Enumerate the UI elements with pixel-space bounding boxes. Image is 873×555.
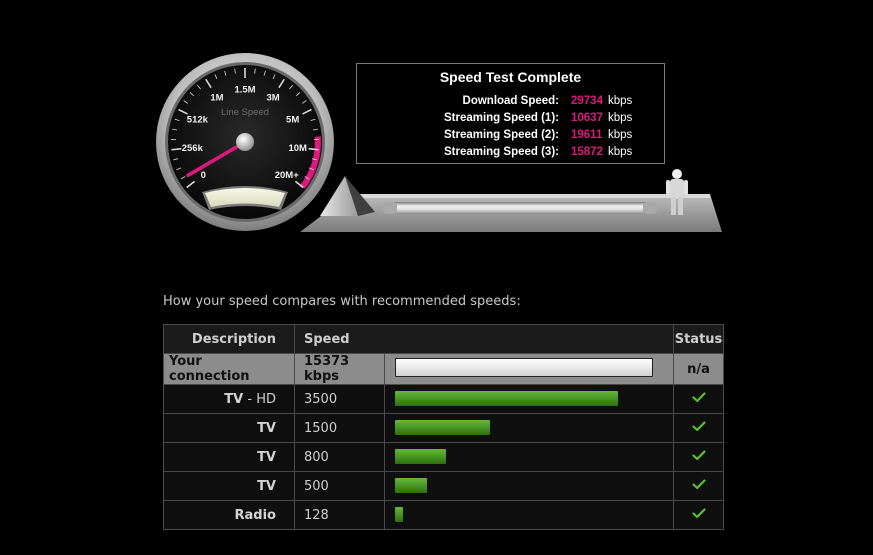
row-description-main: Radio: [234, 507, 276, 523]
row-description-main: TV: [257, 478, 276, 494]
gauge-tick-label: 1.5M: [234, 85, 255, 96]
result-row-streaming-1: Streaming Speed (1): 10637 kbps: [357, 112, 664, 129]
check-icon: [691, 478, 706, 494]
gauge-tick-label: 512k: [187, 114, 209, 125]
result-row-download: Download Speed: 29734 kbps: [357, 95, 664, 112]
row-speed: 1500: [294, 413, 385, 443]
result-unit: kbps: [608, 146, 633, 158]
check-icon: [691, 391, 706, 407]
column-header-speed: Speed: [294, 324, 674, 354]
table-row: TV 1500: [163, 413, 724, 443]
speed-comparison-table: Description Speed Status Your connection…: [163, 324, 724, 530]
gauge-tick-label: 20M+: [275, 170, 299, 181]
row-description: TV: [163, 442, 295, 472]
row-bar-cell: [384, 471, 674, 501]
speed-bar: [395, 420, 490, 435]
row-speed: 800: [294, 442, 385, 472]
row-speed: 15373 kbps: [294, 353, 385, 385]
result-value: 29734: [571, 95, 603, 107]
gauge-tick-label: 5M: [286, 114, 299, 125]
table-row: TV 500: [163, 471, 724, 501]
row-description: TV: [163, 471, 295, 501]
gauge-tick-label: 1M: [210, 93, 223, 104]
gauge-tick-label: 256k: [182, 143, 204, 154]
speed-test-results-panel: Speed Test Complete Download Speed: 2973…: [356, 63, 665, 164]
check-icon: [691, 420, 706, 436]
speed-bar: [395, 507, 403, 522]
connection-pipe: [385, 202, 655, 214]
row-status: [673, 384, 724, 414]
row-description: Your connection: [163, 353, 295, 385]
gauge-major-tick: [308, 147, 319, 151]
row-status: [673, 471, 724, 501]
row-description: TV: [163, 413, 295, 443]
row-description-main: TV: [224, 391, 244, 407]
speed-bar: [395, 391, 618, 406]
result-value: 15872: [571, 146, 603, 158]
result-label: Streaming Speed (1):: [443, 112, 559, 124]
row-status: n/a: [673, 353, 724, 385]
compare-heading: How your speed compares with recommended…: [163, 294, 521, 309]
gauge-tick-label: 3M: [266, 93, 279, 104]
result-row-streaming-2: Streaming Speed (2): 19611 kbps: [357, 129, 664, 146]
gauge-tick-label: 0: [201, 170, 206, 181]
result-value: 10637: [571, 112, 603, 124]
column-header-status: Status: [673, 324, 724, 354]
row-status: [673, 500, 724, 530]
result-label: Streaming Speed (3):: [443, 146, 559, 158]
result-label: Streaming Speed (2):: [443, 129, 559, 141]
speed-bar: [395, 478, 427, 493]
result-unit: kbps: [608, 95, 633, 107]
check-icon: [691, 449, 706, 465]
connection-illustration: [300, 169, 722, 232]
result-value: 19611: [571, 129, 603, 141]
row-bar-cell: [384, 442, 674, 472]
results-title: Speed Test Complete: [439, 69, 582, 85]
row-description-main: TV: [257, 449, 276, 465]
row-speed: 128: [294, 500, 385, 530]
row-bar-cell: [384, 413, 674, 443]
table-row: TV 800: [163, 442, 724, 472]
table-row-your-connection: Your connection 15373 kbps n/a: [163, 353, 724, 385]
row-bar-cell: [384, 384, 674, 414]
gauge-tick-label: 10M: [288, 143, 307, 154]
row-description-qualifier: HD: [256, 391, 276, 407]
result-row-streaming-3: Streaming Speed (3): 15872 kbps: [357, 146, 664, 163]
speed-bar: [395, 449, 446, 464]
your-speed-bar: [395, 358, 653, 377]
row-speed: 500: [294, 471, 385, 501]
row-bar-cell: [384, 500, 674, 530]
check-icon: [691, 507, 706, 523]
row-status: [673, 442, 724, 472]
table-row: Radio 128: [163, 500, 724, 530]
result-unit: kbps: [608, 129, 633, 141]
gauge-major-tick: [171, 147, 182, 151]
row-status: [673, 413, 724, 443]
gauge-hub: [236, 133, 254, 151]
result-unit: kbps: [608, 112, 633, 124]
row-description-separator: -: [243, 391, 257, 407]
table-header-row: Description Speed Status: [163, 324, 724, 354]
result-label: Download Speed:: [462, 95, 559, 107]
row-speed: 3500: [294, 384, 385, 414]
gauge-center-label: Line Speed: [221, 107, 269, 118]
row-description: TV - HD: [163, 384, 295, 414]
table-row: TV - HD 3500: [163, 384, 724, 414]
row-description: Radio: [163, 500, 295, 530]
row-description-main: TV: [257, 420, 276, 436]
row-bar-cell: [384, 353, 674, 385]
column-header-description: Description: [163, 324, 295, 354]
